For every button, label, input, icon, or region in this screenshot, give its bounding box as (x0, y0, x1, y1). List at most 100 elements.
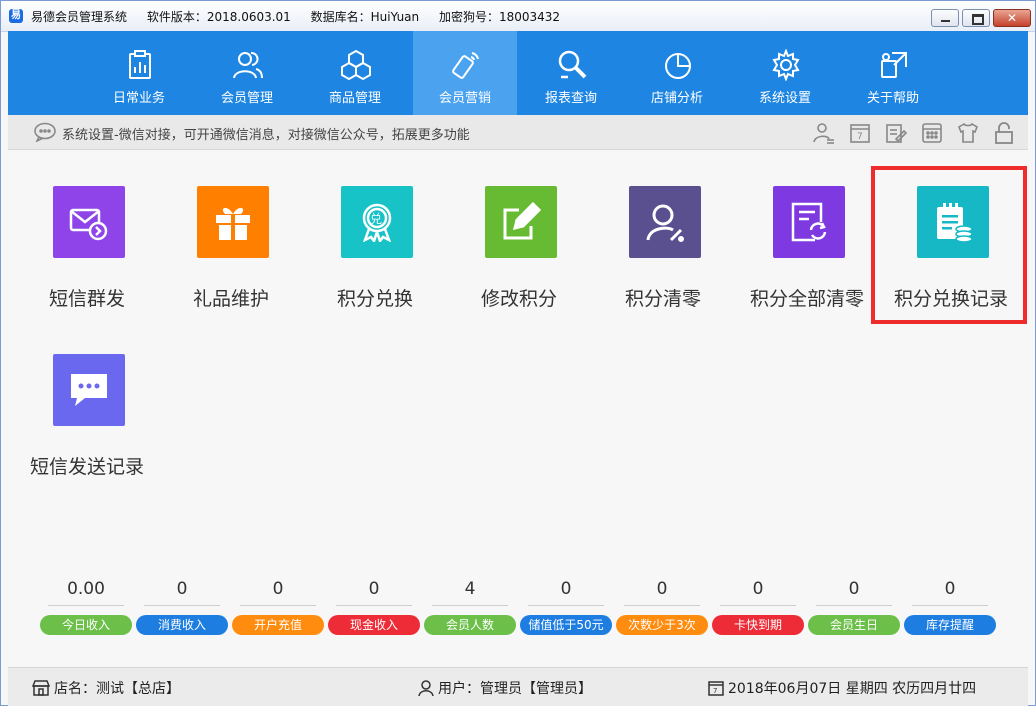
calendar-icon[interactable]: 7 (848, 121, 872, 145)
stat-value: 0 (720, 579, 796, 606)
nav-member-marketing[interactable]: 会员营销 (413, 31, 517, 115)
function-tile (197, 186, 269, 258)
function-points-clear-all[interactable]: 积分全部清零 (737, 186, 877, 326)
search-report-icon (558, 50, 587, 79)
gear-icon (772, 49, 800, 81)
nav-report-query[interactable]: 报表查询 (519, 31, 623, 115)
app-name: 易德会员管理系统 (31, 10, 128, 24)
pie-chart-icon (665, 53, 691, 79)
phone-signal-icon (452, 52, 479, 79)
function-points-exchange[interactable]: 兑 积分兑换 (305, 186, 445, 326)
selection-highlight (871, 166, 1027, 324)
status-date: 7 2018年06月07日 星期四 农历四月廿四 (708, 678, 976, 698)
gift-icon (216, 207, 250, 240)
nav-system-settings[interactable]: 系统设置 (733, 31, 837, 115)
stat-value: 0 (912, 579, 988, 606)
function-sms-send-record[interactable]: 短信发送记录 (17, 354, 157, 494)
refresh-document-icon (791, 202, 827, 242)
svg-text:7: 7 (857, 132, 863, 142)
user-switch-icon[interactable] (812, 121, 836, 145)
nav-label: 会员营销 (438, 91, 491, 106)
status-store: 店名：测试【总店】 (31, 678, 180, 698)
user-name: 用户：管理员【管理员】 (438, 681, 592, 697)
chat-icon (34, 122, 56, 142)
nav-label: 关于帮助 (866, 91, 919, 106)
stat-label: 卡快到期 (712, 615, 804, 635)
svg-text:7: 7 (713, 687, 717, 695)
minimize-button[interactable] (931, 9, 959, 27)
points-badge-icon: 兑 (362, 203, 392, 242)
shirt-icon[interactable] (956, 121, 980, 145)
stat-label: 会员人数 (424, 615, 516, 635)
stat-label: 会员生日 (808, 615, 900, 635)
stat-value: 0.00 (48, 579, 124, 606)
function-modify-points[interactable]: 修改积分 (449, 186, 589, 326)
user-clear-icon (646, 204, 684, 242)
status-bar: 店名：测试【总店】 用户：管理员【管理员】 7 2018年06月07日 星期四 农… (8, 667, 1028, 706)
calendar-icon: 7 (708, 681, 724, 696)
stat-label: 储值低于50元 (520, 615, 612, 635)
database-name: 数据库名：HuiYuan (310, 10, 420, 24)
nav-store-analysis[interactable]: 店铺分析 (625, 31, 729, 115)
function-label: 修改积分 (480, 288, 557, 310)
software-version: 软件版本：2018.0603.01 (146, 10, 291, 24)
function-points-clear[interactable]: 积分清零 (593, 186, 733, 326)
stat-value: 0 (624, 579, 700, 606)
sms-broadcast-icon (69, 208, 108, 241)
nav-label: 会员管理 (220, 91, 273, 106)
store-icon (31, 680, 51, 696)
function-label: 礼品维护 (192, 288, 269, 310)
lock-icon[interactable] (992, 121, 1016, 145)
function-label: 积分清零 (624, 288, 701, 310)
function-label: 积分兑换 (336, 288, 413, 310)
stat-label: 今日收入 (40, 615, 132, 635)
clipboard-chart-icon (129, 50, 151, 79)
chat-bubble-icon (71, 374, 107, 406)
user-icon (418, 680, 434, 697)
nav-member-management[interactable]: 会员管理 (195, 31, 299, 115)
function-tile (53, 186, 125, 258)
nav-label: 报表查询 (544, 91, 597, 106)
stat-label: 消费收入 (136, 615, 228, 635)
function-gift-maintenance[interactable]: 礼品维护 (161, 186, 301, 326)
cubes-icon (341, 49, 371, 81)
help-icon (881, 52, 907, 78)
nav-about-help[interactable]: 关于帮助 (841, 31, 945, 115)
maximize-button[interactable] (962, 9, 990, 27)
calculator-icon[interactable] (920, 121, 944, 145)
edit-note-icon[interactable] (884, 121, 908, 145)
close-button[interactable] (993, 9, 1031, 27)
function-tile (773, 186, 845, 258)
stat-label: 库存提醒 (904, 615, 996, 635)
nav-product-management[interactable]: 商品管理 (303, 31, 407, 115)
function-label: 短信群发 (48, 288, 125, 310)
dongle-number: 加密狗号：18003432 (438, 10, 561, 24)
nav-label: 店铺分析 (650, 91, 703, 106)
nav-label: 日常业务 (112, 91, 165, 106)
status-user: 用户：管理员【管理员】 (418, 678, 592, 698)
function-tile (629, 186, 701, 258)
function-label: 积分全部清零 (749, 288, 864, 310)
nav-daily-business[interactable]: 日常业务 (87, 31, 191, 115)
stat-label: 次数少于3次 (616, 615, 708, 635)
function-sms-broadcast[interactable]: 短信群发 (17, 186, 157, 326)
nav-label: 系统设置 (758, 91, 811, 106)
stat-value: 0 (336, 579, 412, 606)
main-nav: 日常业务 会员管理 商品管理 会员营销 报表查询 店铺分析 系统设置 关于帮助 (8, 31, 1028, 115)
hint-text: 系统设置-微信对接，可开通微信消息，对接微信公众号，拓展更多功能 (62, 128, 470, 143)
function-tile (485, 186, 557, 258)
app-logo-icon: 易 (9, 9, 23, 23)
app-window: 易 易德会员管理系统 软件版本：2018.0603.01 数据库名：HuiYua… (0, 0, 1036, 706)
users-icon (233, 52, 263, 79)
current-date: 2018年06月07日 星期四 农历四月廿四 (728, 681, 977, 697)
edit-icon (503, 202, 541, 240)
stat-label: 开户充值 (232, 615, 324, 635)
stat-value: 4 (432, 579, 508, 606)
function-tile (53, 354, 125, 426)
title-bar: 易 易德会员管理系统 软件版本：2018.0603.01 数据库名：HuiYua… (1, 1, 1035, 32)
window-title: 易德会员管理系统 软件版本：2018.0603.01 数据库名：HuiYuan … (31, 8, 576, 25)
stat-value: 0 (528, 579, 604, 606)
stat-value: 0 (144, 579, 220, 606)
stat-value: 0 (240, 579, 316, 606)
function-label: 短信发送记录 (29, 456, 144, 478)
